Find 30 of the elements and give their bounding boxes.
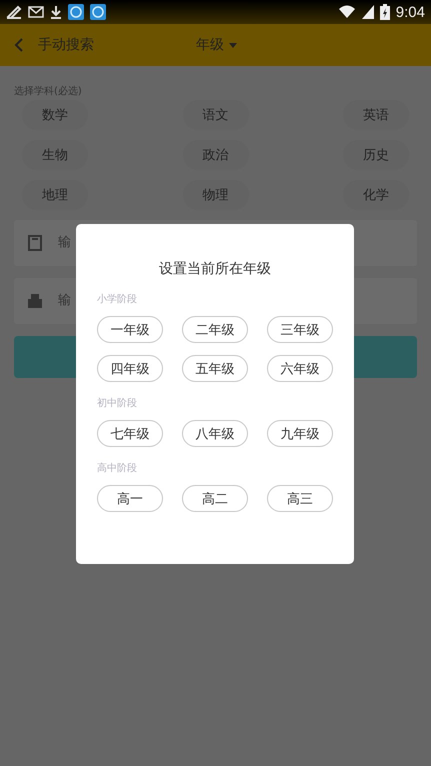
mail-icon bbox=[28, 6, 44, 18]
grade-option[interactable]: 四年级 bbox=[97, 355, 163, 382]
grade-option[interactable]: 九年级 bbox=[267, 420, 333, 447]
stage-label: 初中阶段 bbox=[97, 396, 138, 410]
battery-icon bbox=[380, 4, 390, 20]
grade-option[interactable]: 一年级 bbox=[97, 316, 163, 343]
printer-icon bbox=[28, 294, 42, 308]
app-icon bbox=[68, 4, 84, 20]
placeholder-text: 输 bbox=[58, 235, 71, 251]
grade-option[interactable]: 高二 bbox=[182, 485, 248, 512]
grade-option[interactable]: 八年级 bbox=[182, 420, 248, 447]
back-icon bbox=[14, 38, 24, 52]
grade-option[interactable]: 高三 bbox=[267, 485, 333, 512]
dialog-title: 设置当前所在年级 bbox=[158, 260, 272, 278]
grade-option[interactable]: 六年级 bbox=[267, 355, 333, 382]
signal-icon bbox=[362, 5, 374, 19]
grade-option[interactable]: 二年级 bbox=[182, 316, 248, 343]
wifi-icon bbox=[338, 5, 356, 19]
caret-icon bbox=[229, 42, 237, 48]
placeholder-text: 输 bbox=[58, 293, 71, 309]
app-icon bbox=[90, 4, 106, 20]
download-icon bbox=[50, 5, 62, 19]
stage-label: 高中阶段 bbox=[97, 462, 138, 475]
grade-option[interactable]: 七年级 bbox=[97, 420, 163, 447]
book-icon bbox=[28, 235, 42, 251]
stage-label: 小学阶段 bbox=[97, 292, 138, 306]
clock-time: 9:04 bbox=[396, 4, 425, 20]
grade-option[interactable]: 高一 bbox=[97, 485, 163, 512]
grade-option[interactable]: 五年级 bbox=[182, 355, 248, 382]
grade-option[interactable]: 三年级 bbox=[267, 316, 333, 343]
